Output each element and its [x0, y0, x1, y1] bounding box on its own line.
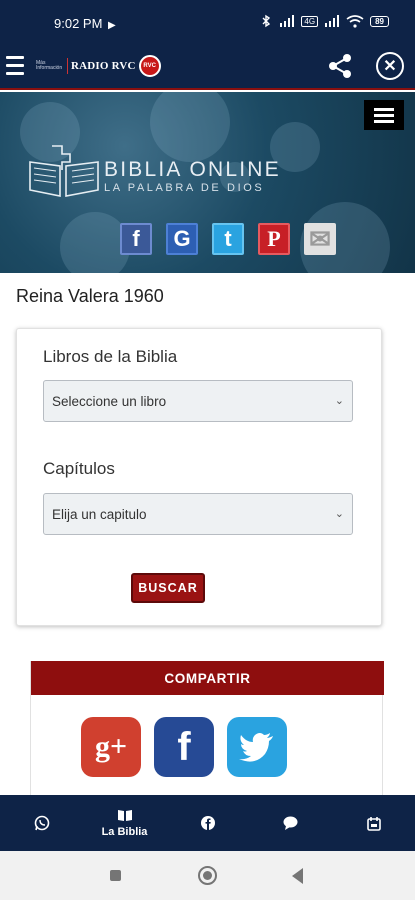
- wifi-icon: [346, 14, 364, 28]
- chevron-down-icon: ⌄: [334, 395, 344, 407]
- close-icon: ✕: [383, 58, 397, 75]
- brand-logo: Más Información RADIO RVC RVC: [36, 54, 161, 78]
- brand-small-text: Más Información: [36, 60, 63, 71]
- nav-item-facebook[interactable]: [178, 816, 238, 830]
- book-icon: [117, 810, 132, 821]
- hero-subtitle: LA PALABRA DE DIOS: [104, 182, 265, 194]
- facebook-icon: [200, 816, 215, 830]
- books-label: Libros de la Biblia: [43, 347, 178, 366]
- status-icons: 4G 89: [259, 14, 389, 28]
- system-nav-bar: [0, 851, 415, 900]
- nav-item-bible[interactable]: La Biblia: [95, 808, 155, 838]
- chapters-label: Capítulos: [43, 459, 115, 478]
- play-icon: ▶: [108, 20, 116, 31]
- bluetooth-icon: [262, 14, 271, 28]
- books-select[interactable]: Seleccione un libro ⌄: [43, 380, 353, 422]
- nav-item-calendar[interactable]: [344, 816, 404, 831]
- search-button[interactable]: BUSCAR: [131, 573, 205, 603]
- share-icon[interactable]: [326, 52, 354, 80]
- twitter-icon[interactable]: [227, 717, 287, 777]
- open-book-icon: [29, 145, 99, 197]
- facebook-icon[interactable]: f: [154, 717, 214, 777]
- search-form-card: Libros de la Biblia Seleccione un libro …: [16, 328, 382, 626]
- nav-item-whatsapp[interactable]: [12, 815, 72, 831]
- back-button[interactable]: [292, 868, 303, 884]
- bottom-nav: La Biblia: [0, 795, 415, 851]
- whatsapp-icon: [34, 815, 49, 831]
- google-icon[interactable]: G: [166, 223, 198, 255]
- chat-icon: [283, 816, 298, 830]
- hero-banner: BIBLIA ONLINE LA PALABRA DE DIOS f G t P…: [0, 92, 415, 273]
- hero-menu-button[interactable]: [364, 100, 404, 130]
- page-title: Reina Valera 1960: [16, 286, 164, 306]
- pinterest-icon[interactable]: P: [258, 223, 290, 255]
- volte-icon: 4G: [301, 15, 319, 27]
- close-button[interactable]: ✕: [376, 52, 404, 80]
- hero-title: BIBLIA ONLINE: [104, 158, 281, 181]
- app-bar: Más Información RADIO RVC RVC ✕: [0, 44, 415, 90]
- nav-label-bible: La Biblia: [101, 826, 148, 838]
- calendar-icon: [366, 816, 381, 831]
- brand-divider: [67, 58, 68, 74]
- email-icon[interactable]: ✉: [304, 223, 336, 255]
- chevron-down-icon: ⌄: [334, 508, 344, 520]
- google-plus-icon[interactable]: g+: [81, 717, 141, 777]
- brand-name: RADIO RVC: [71, 60, 136, 72]
- facebook-icon[interactable]: f: [120, 223, 152, 255]
- status-bar: 9:02 PM ▶ 4G 89: [0, 0, 415, 44]
- books-select-value: Seleccione un libro: [52, 394, 167, 409]
- share-header: COMPARTIR: [31, 661, 384, 695]
- hero-social-row: f G t P ✉: [120, 223, 336, 255]
- chapters-select-value: Elija un capitulo: [52, 507, 147, 522]
- hamburger-menu-icon[interactable]: [6, 56, 24, 76]
- recents-button[interactable]: [110, 870, 121, 881]
- home-button[interactable]: [198, 866, 217, 885]
- time-text: 9:02 PM: [54, 16, 103, 31]
- brand-badge: RVC: [138, 55, 161, 77]
- signal-icon: [280, 15, 295, 27]
- signal-icon: [325, 15, 340, 27]
- battery-icon: 89: [370, 15, 389, 27]
- nav-item-chat[interactable]: [261, 816, 321, 830]
- status-time: 9:02 PM ▶: [54, 16, 116, 31]
- twitter-icon[interactable]: t: [212, 223, 244, 255]
- share-icons: g+ f: [81, 717, 287, 777]
- share-section: COMPARTIR g+ f: [30, 661, 384, 795]
- chapters-select[interactable]: Elija un capitulo ⌄: [43, 493, 353, 535]
